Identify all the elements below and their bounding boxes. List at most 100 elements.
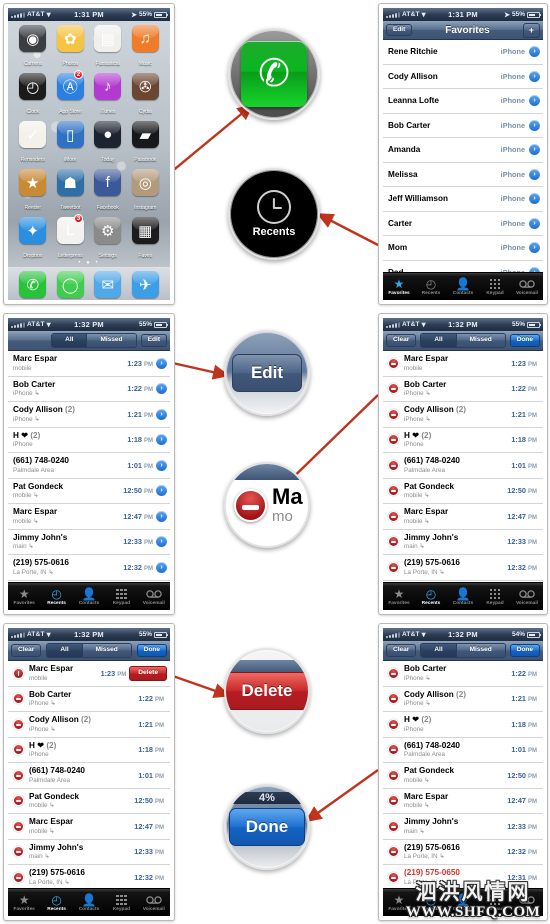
app-icon-safari[interactable]: ✈Safari	[127, 271, 165, 300]
tab-bar[interactable]: ★ Favorites ◴ Recents 👤 Contacts Keypad Voicema…	[383, 582, 543, 610]
table-row[interactable]: Jimmy John's main ↳ 12:33 PM	[383, 814, 543, 840]
table-row[interactable]: (219) 575-0616 La Porte, IN ↳ 12:32 PM	[383, 839, 543, 865]
app-icon-instagram[interactable]: ◎ Instagram	[127, 169, 165, 214]
tab-bar[interactable]: ★ Favorites ◴ Recents 👤 Contacts Keypad Voicema…	[383, 272, 543, 300]
segment-all[interactable]: All	[52, 334, 87, 347]
table-row[interactable]: Cody Allison iPhone ›	[383, 64, 543, 89]
app-icon-tweetbot[interactable]: ☗ Tweetbot	[52, 169, 90, 214]
chevron-detail-icon[interactable]: ›	[156, 561, 167, 573]
tab-contacts[interactable]: 👤 Contacts	[73, 893, 105, 912]
minus-circle-icon[interactable]	[234, 488, 267, 522]
clear-button[interactable]: Clear	[11, 644, 42, 657]
table-row[interactable]: Bob Carter iPhone ↳ 1:22 PM	[8, 686, 170, 712]
minus-circle-icon[interactable]	[13, 846, 24, 858]
table-row[interactable]: (219) 575-0616 La Porte, IN ↳ 12:32 PM	[383, 555, 543, 581]
done-button[interactable]: Done	[509, 334, 540, 347]
segment-all[interactable]: All	[421, 334, 456, 347]
table-row[interactable]: (219) 575-0616 La Porte, IN ↳ 12:32 PM	[8, 865, 170, 888]
table-row[interactable]: Jimmy John's main ↳ 12:33 PM ›	[8, 529, 170, 555]
segment-missed[interactable]: Missed	[455, 334, 505, 347]
minus-circle-icon[interactable]	[13, 871, 24, 883]
minus-circle-icon[interactable]	[388, 485, 399, 497]
table-row[interactable]: Marc Espar mobile 1:23 PM	[383, 351, 543, 377]
tab-voicemail[interactable]: Voicemail	[511, 587, 543, 606]
minus-circle-icon[interactable]	[388, 357, 399, 369]
table-row[interactable]: (661) 748-0240 Palmdale Area 1:01 PM	[383, 453, 543, 479]
tab-contacts[interactable]: 👤 Contacts	[447, 587, 479, 606]
minus-circle-icon[interactable]	[388, 459, 399, 471]
tab-favorites[interactable]: ★ Favorites	[8, 587, 40, 606]
delete-button-magnified[interactable]: Delete	[226, 672, 308, 710]
delete-confirm-list[interactable]: Marc Espar mobile 1:23 PM Delete Bob Carter i…	[8, 661, 170, 888]
table-row[interactable]: Marc Espar mobile 1:23 PM ›	[8, 351, 170, 377]
table-row[interactable]: H ❤ (2) iPhone 1:18 PM	[383, 427, 543, 453]
table-row[interactable]: Marc Espar mobile ↳ 12:47 PM	[383, 504, 543, 530]
tab-keypad[interactable]: Keypad	[105, 893, 137, 912]
table-row[interactable]: Rene Ritchie iPhone ›	[383, 40, 543, 65]
tab-favorites[interactable]: ★ Favorites	[8, 893, 40, 912]
tab-voicemail[interactable]: Voicemail	[511, 893, 543, 912]
tab-voicemail[interactable]: Voicemail	[138, 893, 170, 912]
filter-segmented-control[interactable]: All Missed	[46, 643, 132, 658]
table-row[interactable]: H ❤ (2) iPhone 1:18 PM	[383, 712, 543, 738]
minus-circle-icon[interactable]	[388, 408, 399, 420]
app-icon-phone[interactable]: ✆Phone	[14, 271, 52, 300]
chevron-detail-icon[interactable]: ›	[529, 168, 540, 180]
chevron-detail-icon[interactable]: ›	[529, 144, 540, 156]
chevron-detail-icon[interactable]: ›	[529, 46, 540, 58]
app-icon-messages[interactable]: ◯Messages	[52, 271, 90, 300]
tab-recents[interactable]: ◴ Recents	[415, 893, 447, 912]
minus-circle-icon[interactable]	[13, 795, 24, 807]
minus-circle-icon[interactable]	[388, 383, 399, 395]
tab-recents[interactable]: ◴ Recents	[40, 893, 72, 912]
chevron-detail-icon[interactable]: ›	[529, 217, 540, 229]
table-row[interactable]: (661) 748-0240 Palmdale Area 1:01 PM ›	[8, 453, 170, 479]
minus-circle-icon[interactable]	[13, 693, 24, 705]
minus-circle-icon[interactable]	[388, 795, 399, 807]
clear-button[interactable]: Clear	[386, 334, 417, 347]
chevron-detail-icon[interactable]: ›	[529, 70, 540, 82]
chevron-detail-icon[interactable]: ›	[529, 193, 540, 205]
table-row[interactable]: Pat Gondeck mobile ↳ 12:50 PM ›	[8, 478, 170, 504]
table-row[interactable]: H ❤ (2) iPhone 1:18 PM ›	[8, 427, 170, 453]
chevron-detail-icon[interactable]: ›	[156, 485, 167, 497]
app-icon-facebook[interactable]: f Facebook	[89, 169, 127, 214]
minus-circle-icon[interactable]	[388, 667, 399, 679]
table-row[interactable]: (661) 748-0240 Palmdale Area 1:01 PM	[383, 737, 543, 763]
segment-all[interactable]: All	[47, 644, 82, 657]
table-row[interactable]: Bob Carter iPhone ↳ 1:22 PM	[383, 661, 543, 687]
table-row[interactable]: (219) 575-0616 La Porte, IN ↳ 12:32 PM ›	[8, 555, 170, 581]
chevron-detail-icon[interactable]: ›	[156, 434, 167, 446]
minus-circle-icon[interactable]	[388, 744, 399, 756]
table-row[interactable]: Pat Gondeck mobile ↳ 12:50 PM	[383, 478, 543, 504]
tab-favorites[interactable]: ★ Favorites	[383, 893, 415, 912]
chevron-detail-icon[interactable]: ›	[156, 383, 167, 395]
chevron-detail-icon[interactable]: ›	[156, 536, 167, 548]
app-icon-cydia[interactable]: ✇ Cydia	[127, 73, 165, 118]
done-button[interactable]: Done	[136, 644, 167, 657]
delete-button[interactable]: Delete	[129, 665, 167, 681]
clear-button[interactable]: Clear	[386, 644, 417, 657]
edit-button[interactable]: Edit	[140, 334, 167, 347]
app-icon-dropbox[interactable]: ✦ Dropbox	[14, 217, 52, 262]
app-icon-faves[interactable]: ▦ Faves	[127, 217, 165, 262]
chevron-detail-icon[interactable]: ›	[156, 357, 167, 369]
table-row[interactable]: (661) 748-0240 Palmdale Area 1:01 PM	[8, 763, 170, 789]
recents-list[interactable]: Marc Espar mobile 1:23 PM › Bob Carter iPhone…	[8, 351, 170, 582]
minus-circle-icon[interactable]	[13, 744, 24, 756]
minus-circle-icon[interactable]	[13, 718, 24, 730]
chevron-detail-icon[interactable]: ›	[529, 242, 540, 254]
minus-circle-icon[interactable]	[388, 769, 399, 781]
favorites-list[interactable]: Rene Ritchie iPhone › Cody Allison iPhone › Le…	[383, 40, 543, 272]
segment-missed[interactable]: Missed	[81, 644, 131, 657]
app-icon-clock[interactable]: ◴ Clock	[14, 73, 52, 118]
tab-voicemail[interactable]: Voicemail	[138, 587, 170, 606]
edit-button[interactable]: Edit	[386, 23, 413, 37]
table-row[interactable]: Pat Gondeck mobile ↳ 12:50 PM	[8, 788, 170, 814]
app-icon-music[interactable]: ♫ Music	[127, 25, 165, 70]
minus-circle-icon[interactable]	[13, 820, 24, 832]
tab-bar[interactable]: ★ Favorites ◴ Recents 👤 Contacts Keypad Voicema…	[8, 888, 170, 916]
segment-missed[interactable]: Missed	[86, 334, 136, 347]
minus-circle-icon[interactable]	[13, 667, 24, 679]
table-row[interactable]: Amanda iPhone ›	[383, 138, 543, 163]
